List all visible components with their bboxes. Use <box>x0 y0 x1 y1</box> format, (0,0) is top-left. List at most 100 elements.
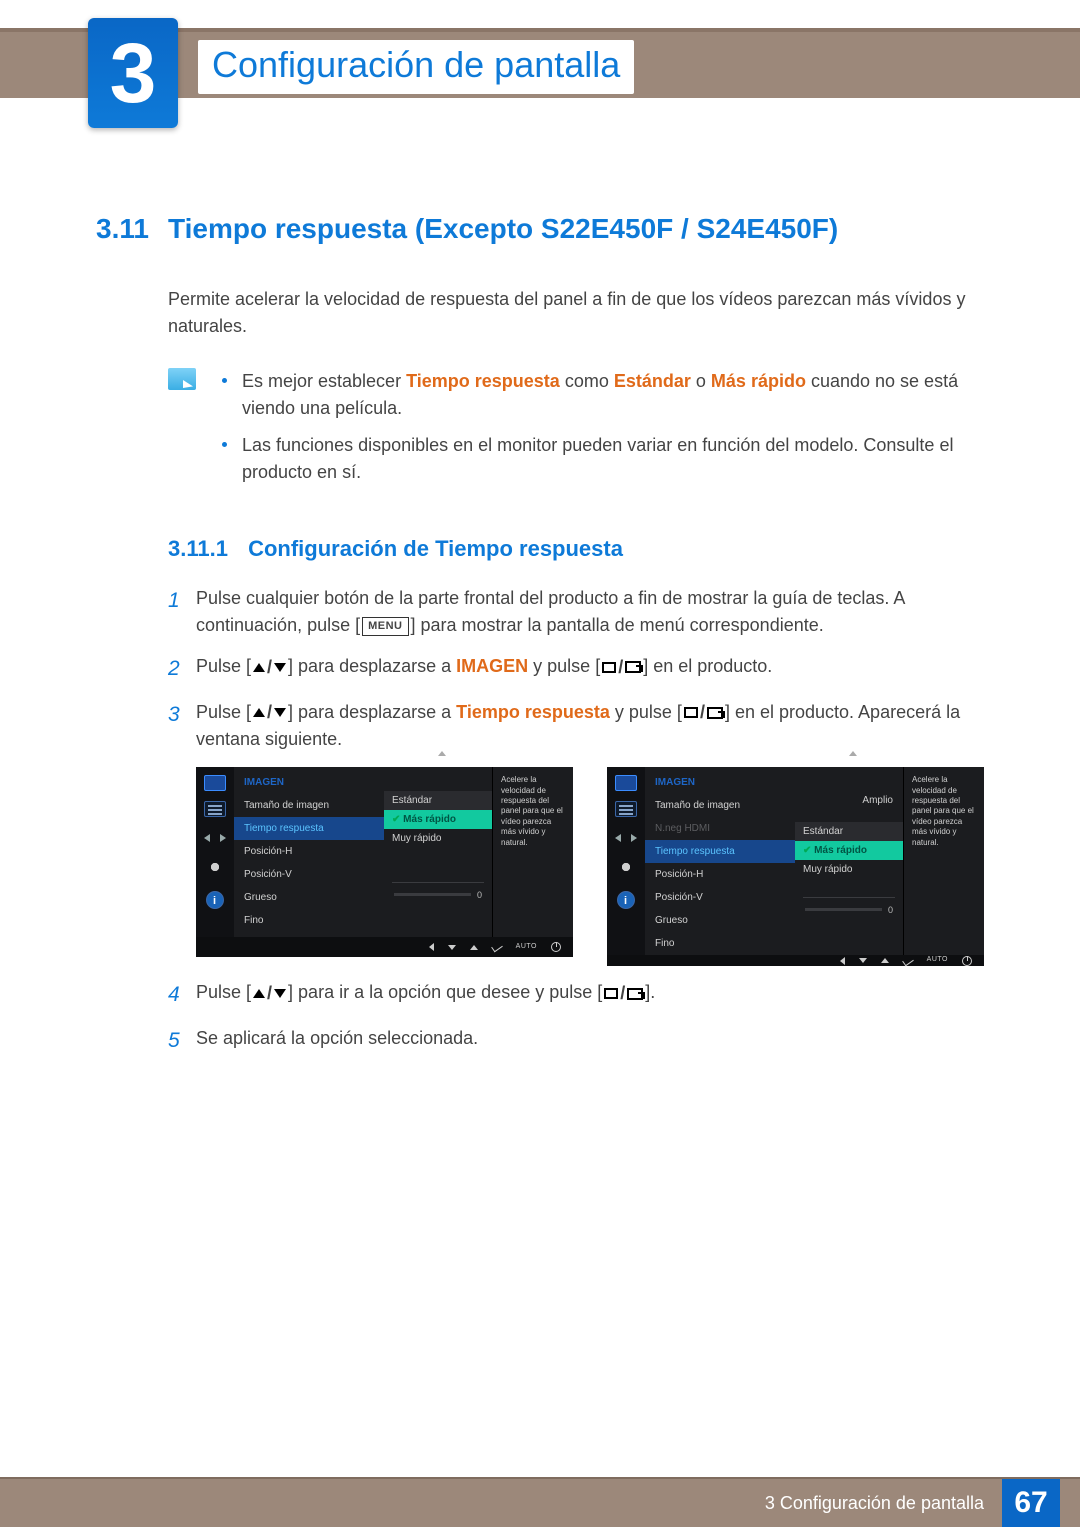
step-text-part: Pulse [ <box>196 702 251 722</box>
note-icon <box>168 368 196 390</box>
section-heading: 3.11 Tiempo respuesta (Excepto S22E450F … <box>96 208 984 250</box>
enter-source-icon: / <box>684 699 723 726</box>
osd-item-fine: Fino <box>234 909 384 932</box>
note-term: Tiempo respuesta <box>406 371 560 391</box>
info-tab-icon <box>617 891 635 909</box>
footer-chapter-label: 3 Configuración de pantalla <box>765 1493 984 1514</box>
osd-item-posv: Posición-V <box>645 886 795 909</box>
nav-up-icon <box>470 945 478 950</box>
osd-item-response-selected: Tiempo respuesta <box>234 817 384 840</box>
step-5: Se aplicará la opción seleccionada. <box>196 1025 984 1057</box>
osd-menu-list: IMAGEN Tamaño de imagen Tiempo respuesta… <box>234 767 384 937</box>
osd-item-size: Tamaño de imagen <box>234 794 384 817</box>
osd-item-response-selected: Tiempo respuesta <box>645 840 795 863</box>
step-text-part: ] para desplazarse a <box>288 656 456 676</box>
nav-up-down-icon: / <box>253 654 286 681</box>
submenu-arrow-icon <box>849 751 857 756</box>
page-number: 67 <box>1002 1479 1060 1527</box>
subsection-number: 3.11.1 <box>168 536 228 561</box>
list-tab-icon <box>204 801 226 817</box>
list-tab-icon <box>615 801 637 817</box>
note-item-2: Las funciones disponibles en el monitor … <box>222 432 984 486</box>
note-text: Es mejor establecer <box>242 371 406 391</box>
note-term: Estándar <box>614 371 691 391</box>
osd-value-faster-selected: Más rápido <box>795 841 903 860</box>
nav-up-down-icon: / <box>253 980 286 1007</box>
osd-item-coarse: Grueso <box>234 886 384 909</box>
step-number-1: 1 <box>168 585 196 639</box>
step-number-2: 2 <box>168 653 196 685</box>
nav-up-down-icon: / <box>253 699 286 726</box>
settings-tab-icon <box>204 859 226 875</box>
section-title: Tiempo respuesta (Excepto S22E450F / S24… <box>168 208 838 250</box>
osd-nav-bar: AUTO <box>607 955 984 966</box>
subsection-heading: 3.11.1 Configuración de Tiempo respuesta <box>168 532 984 565</box>
note-text: o <box>696 371 711 391</box>
nav-up-icon <box>881 958 889 963</box>
nav-power-icon <box>962 956 972 966</box>
step-term: IMAGEN <box>456 656 528 676</box>
menu-key: MENU <box>362 617 408 636</box>
nav-auto-label: AUTO <box>516 942 537 953</box>
step-2: Pulse [/] para desplazarse a IMAGEN y pu… <box>196 653 984 685</box>
picture-tab-icon <box>615 775 637 791</box>
osd-value-standard: Estándar <box>384 791 492 810</box>
nav-left-icon <box>840 957 845 965</box>
step-term: Tiempo respuesta <box>456 702 610 722</box>
step-number-4: 4 <box>168 979 196 1011</box>
section-intro: Permite acelerar la velocidad de respues… <box>168 286 984 340</box>
osd-panel-2: IMAGEN Tamaño de imagen N.neg HDMI Tiemp… <box>607 767 984 957</box>
step-text-part: y pulse [ <box>528 656 600 676</box>
enter-source-icon: / <box>602 654 641 681</box>
osd-menu-title: IMAGEN <box>645 773 795 794</box>
step-text-part: ]. <box>645 982 655 1002</box>
settings-tab-icon <box>615 859 637 875</box>
submenu-arrow-icon <box>438 751 446 756</box>
note-text: como <box>565 371 614 391</box>
osd-description: Acelere la velocidad de respuesta del pa… <box>903 767 984 955</box>
step-text-part: ] en el producto. <box>643 656 772 676</box>
subsection-title: Configuración de Tiempo respuesta <box>248 536 623 561</box>
osd-description: Acelere la velocidad de respuesta del pa… <box>492 767 573 937</box>
nav-down-icon <box>859 958 867 963</box>
osd-item-fine: Fino <box>645 932 795 955</box>
osd-item-size: Tamaño de imagen <box>645 794 795 817</box>
nav-auto-label: AUTO <box>927 955 948 966</box>
chapter-number-badge: 3 <box>88 18 178 128</box>
osd-sidebar <box>196 767 234 937</box>
step-text-part: ] para ir a la opción que desee y pulse … <box>288 982 602 1002</box>
osd-fine-value: 0 <box>795 902 903 920</box>
page-footer: 3 Configuración de pantalla 67 <box>0 1479 1080 1527</box>
step-text-part: ] para mostrar la pantalla de menú corre… <box>411 615 824 635</box>
info-tab-icon <box>206 891 224 909</box>
osd-fine-value: 0 <box>384 887 492 905</box>
nav-enter-icon <box>902 955 914 966</box>
step-text-part: y pulse [ <box>610 702 682 722</box>
enter-source-icon: / <box>604 980 643 1007</box>
nav-enter-icon <box>491 942 503 953</box>
step-4: Pulse [/] para ir a la opción que desee … <box>196 979 984 1011</box>
position-tab-icon <box>615 827 637 849</box>
osd-item-posh: Posición-H <box>645 863 795 886</box>
position-tab-icon <box>204 827 226 849</box>
osd-item-posh: Posición-H <box>234 840 384 863</box>
osd-value-fastest: Muy rápido <box>795 860 903 879</box>
osd-sidebar <box>607 767 645 955</box>
osd-value-fastest: Muy rápido <box>384 829 492 848</box>
osd-menu-list: IMAGEN Tamaño de imagen N.neg HDMI Tiemp… <box>645 767 795 955</box>
osd-value-wide: Amplio <box>795 791 903 810</box>
step-number-3: 3 <box>168 699 196 754</box>
section-number: 3.11 <box>96 208 168 250</box>
chapter-header: 3 Configuración de pantalla <box>0 28 1080 98</box>
step-3: Pulse [/] para desplazarse a Tiempo resp… <box>196 699 984 754</box>
picture-tab-icon <box>204 775 226 791</box>
note-term: Más rápido <box>711 371 806 391</box>
osd-value-faster-selected: Más rápido <box>384 810 492 829</box>
step-number-5: 5 <box>168 1025 196 1057</box>
nav-power-icon <box>551 942 561 952</box>
nav-left-icon <box>429 943 434 951</box>
osd-item-hdmi-disabled: N.neg HDMI <box>645 817 795 840</box>
note-item-1: Es mejor establecer Tiempo respuesta com… <box>222 368 984 422</box>
osd-item-coarse: Grueso <box>645 909 795 932</box>
osd-item-posv: Posición-V <box>234 863 384 886</box>
